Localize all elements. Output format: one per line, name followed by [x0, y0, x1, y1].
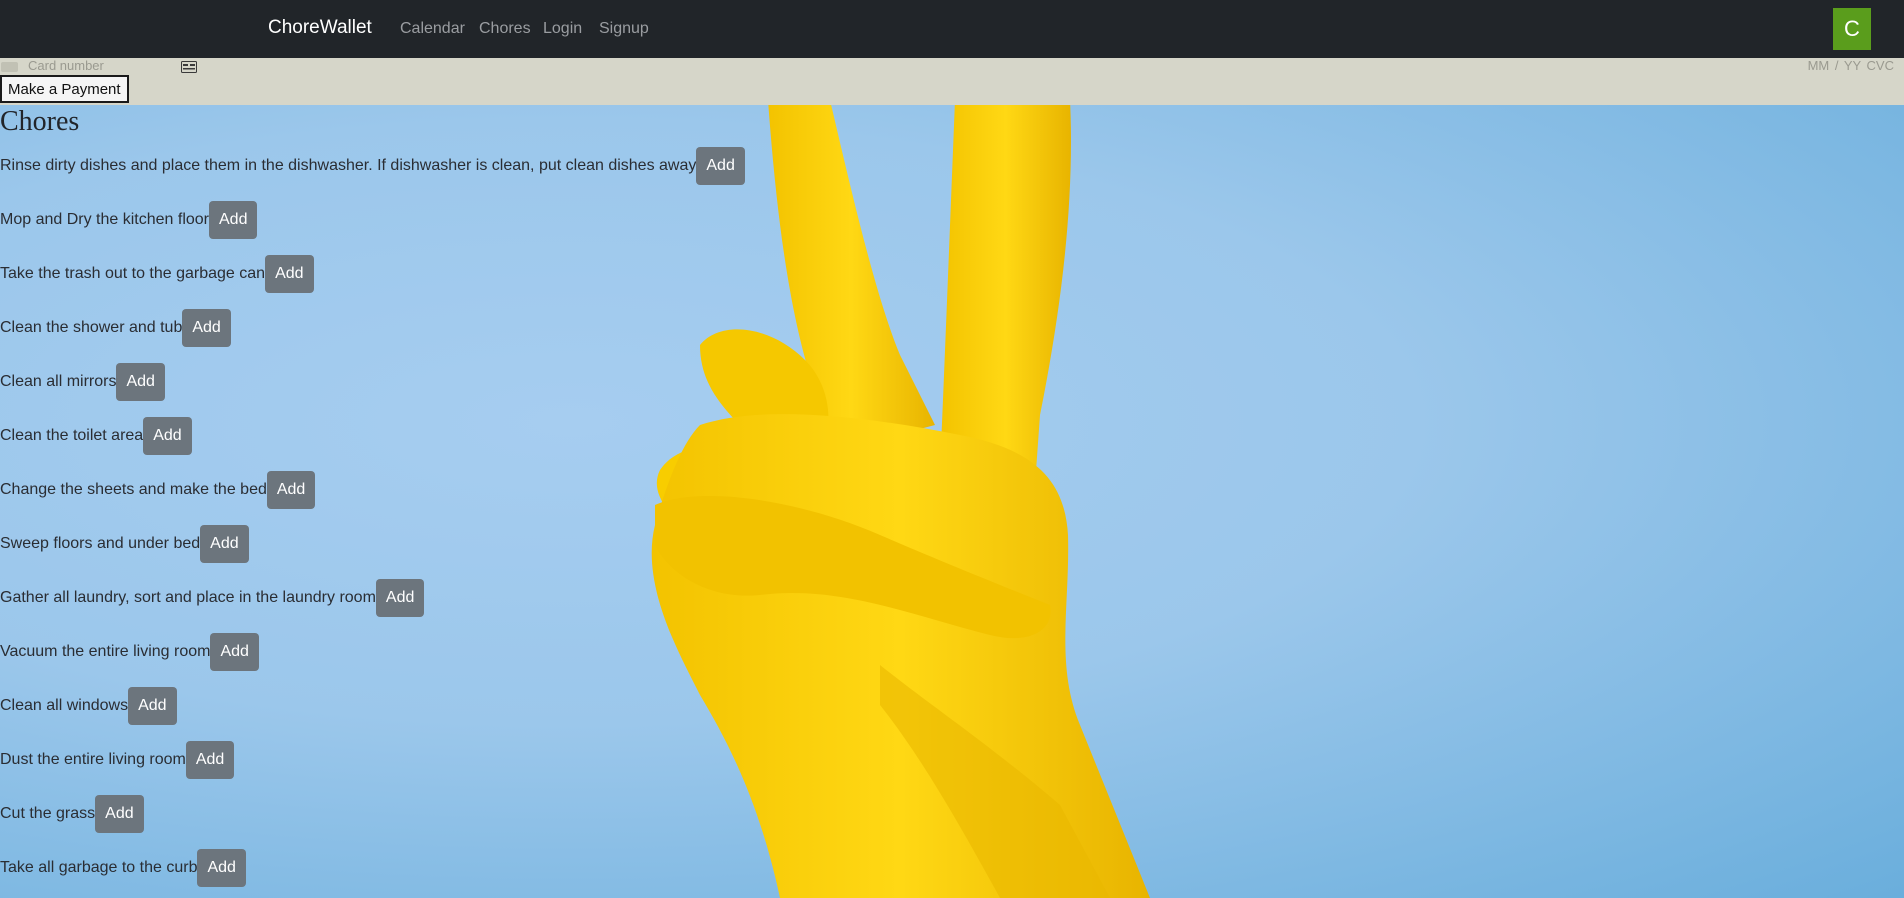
chore-label: Rinse dirty dishes and place them in the… — [0, 157, 697, 174]
nav-link-chores[interactable]: Chores — [479, 20, 531, 38]
chore-label: Change the sheets and make the bed — [0, 481, 267, 498]
chore-label: Take all garbage to the curb — [0, 859, 198, 876]
add-chore-button[interactable]: Add — [209, 201, 258, 239]
chore-label: Clean all mirrors — [0, 373, 117, 390]
nav-link-calendar[interactable]: Calendar — [400, 20, 465, 38]
add-chore-button[interactable]: Add — [375, 579, 425, 617]
add-chore-button[interactable]: Add — [210, 633, 259, 671]
list-item: Change the sheets and make the bed Add — [0, 471, 316, 509]
list-item: Clean all mirrors Add — [0, 363, 165, 401]
list-item: Vacuum the entire living room Add — [0, 633, 259, 671]
list-item: Cut the grass Add — [0, 795, 144, 833]
add-chore-button[interactable]: Add — [197, 849, 246, 887]
add-chore-button[interactable]: Add — [128, 687, 177, 725]
card-cvc-icon — [181, 61, 197, 73]
list-item: Sweep floors and under bed Add — [0, 525, 249, 563]
chore-label: Sweep floors and under bed — [0, 535, 201, 552]
make-payment-button[interactable]: Make a Payment — [0, 75, 129, 103]
chore-label: Clean all windows — [0, 697, 129, 714]
list-item: Clean the shower and tub Add — [0, 309, 231, 347]
list-item: Gather all laundry, sort and place in th… — [0, 579, 425, 617]
add-chore-button[interactable]: Add — [185, 741, 235, 779]
credit-card-icon — [1, 62, 18, 72]
nav-link-signup[interactable]: Signup — [599, 20, 649, 38]
chore-label: Gather all laundry, sort and place in th… — [0, 589, 376, 606]
add-chore-button[interactable]: Add — [95, 795, 144, 833]
add-chore-button[interactable]: Add — [143, 417, 192, 455]
chores-title: Chores — [0, 106, 80, 137]
nav-link-login[interactable]: Login — [543, 20, 582, 38]
chore-label: Cut the grass — [0, 805, 96, 822]
chore-label: Vacuum the entire living room — [0, 643, 211, 660]
add-chore-button[interactable]: Add — [116, 363, 165, 401]
list-item: Take all garbage to the curb Add — [0, 849, 246, 887]
add-chore-button[interactable]: Add — [200, 525, 249, 563]
card-expiry-cvc-input[interactable]: MM / YY CVC — [1808, 58, 1894, 73]
avatar[interactable]: C — [1833, 8, 1871, 50]
card-number-input[interactable]: Card number — [28, 58, 104, 73]
add-chore-button[interactable]: Add — [266, 471, 316, 509]
list-item: Mop and Dry the kitchen floor Add — [0, 201, 258, 239]
add-chore-button[interactable]: Add — [696, 147, 745, 185]
navbar: ChoreWallet Calendar Chores Login Signup… — [0, 0, 1904, 58]
list-item: Take the trash out to the garbage can Ad… — [0, 255, 314, 293]
list-item: Rinse dirty dishes and place them in the… — [0, 147, 745, 185]
chore-label: Take the trash out to the garbage can — [0, 265, 266, 282]
chore-label: Clean the shower and tub — [0, 319, 183, 336]
list-item: Clean all windows Add — [0, 687, 177, 725]
add-chore-button[interactable]: Add — [265, 255, 314, 293]
brand-logo[interactable]: ChoreWallet — [268, 17, 372, 39]
chore-label: Dust the entire living room — [0, 751, 186, 768]
chore-label: Clean the toilet area — [0, 427, 144, 444]
add-chore-button[interactable]: Add — [182, 309, 231, 347]
list-item: Clean the toilet area Add — [0, 417, 192, 455]
list-item: Dust the entire living room Add — [0, 741, 235, 779]
payment-card-field[interactable] — [0, 58, 1904, 105]
chore-label: Mop and Dry the kitchen floor — [0, 211, 209, 228]
